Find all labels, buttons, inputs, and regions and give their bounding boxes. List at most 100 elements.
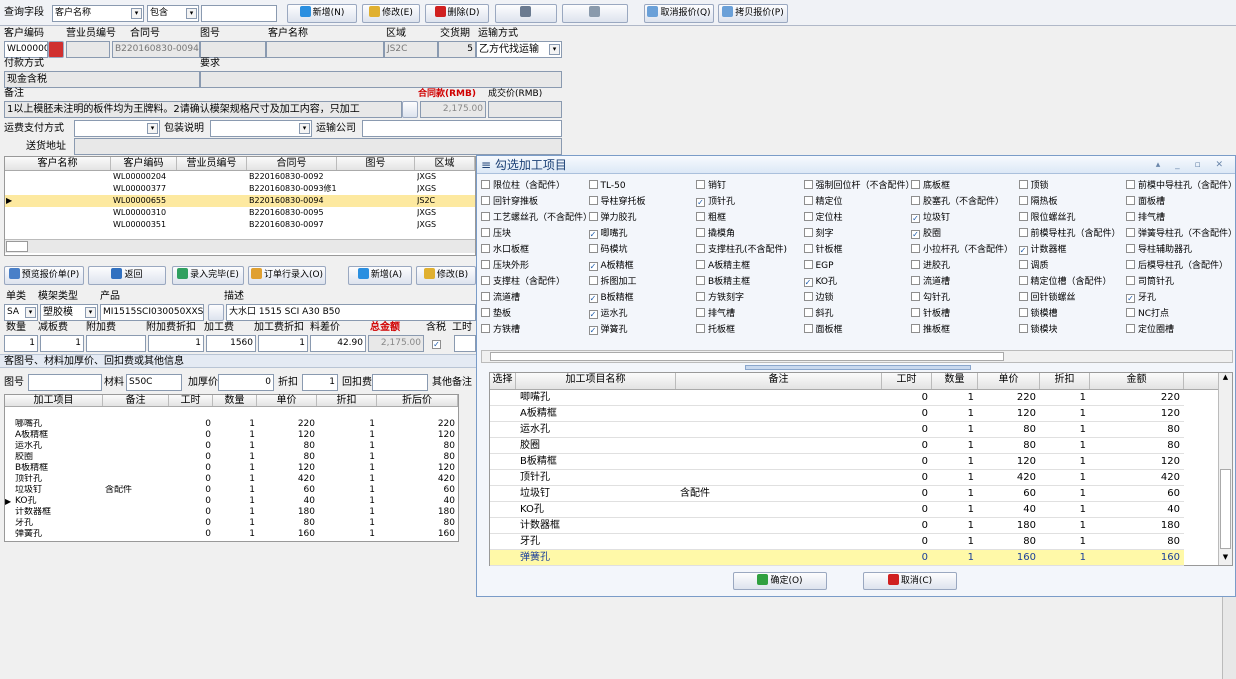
edit-detail-button[interactable]: 修改(B): [416, 266, 476, 285]
option-checkbox[interactable]: ✓ KO孔: [803, 274, 910, 290]
query-field-select[interactable]: 客户名称 ▾: [52, 5, 144, 22]
mold-type-select[interactable]: 塑胶模 ▾: [40, 304, 98, 321]
contract-amount-input[interactable]: 2,175.00: [420, 101, 486, 118]
option-checkbox[interactable]: 勾针孔: [911, 290, 1017, 306]
requirement-input[interactable]: [200, 71, 562, 88]
dialog-grid-row[interactable]: ✓胶圈0180180: [490, 438, 1184, 454]
hours-input[interactable]: [454, 335, 476, 352]
option-checkbox[interactable]: 胶塞孔（不含配件）: [911, 194, 1017, 210]
option-checkbox[interactable]: 锁模槽: [1018, 306, 1125, 322]
proc-row[interactable]: 垃圾钉 含配件 0 1 60 1 60: [5, 485, 458, 496]
proc-disc-input[interactable]: 1: [258, 335, 308, 352]
proc-row[interactable]: A板精框 0 1 120 1 120: [5, 430, 458, 441]
option-checkbox[interactable]: ✓ 牙孔: [1126, 290, 1232, 306]
region-input[interactable]: JS2C: [384, 41, 438, 58]
ok-button[interactable]: 确定(O): [733, 572, 827, 590]
option-checkbox[interactable]: ✓ 唧嘴孔: [588, 226, 695, 242]
dialog-grid-row[interactable]: ✓A板精框011201120: [490, 406, 1184, 422]
lookup-icon[interactable]: [48, 41, 64, 58]
option-checkbox[interactable]: 强制回位杆（不含配件）: [803, 178, 909, 194]
option-checkbox[interactable]: 弹簧导柱孔（不含配件）: [1126, 226, 1232, 242]
customer-row[interactable]: ▶ WL00000655 B220160830-0094 JS2C: [5, 195, 475, 207]
cancel-quote-button[interactable]: 取消报价(Q): [644, 4, 714, 23]
option-checkbox[interactable]: 拆图加工: [588, 274, 695, 290]
main-scrollbar[interactable]: [1222, 597, 1236, 679]
qty-input[interactable]: 1: [4, 335, 38, 352]
option-checkbox[interactable]: TL-50: [588, 178, 695, 194]
option-checkbox[interactable]: 后模导柱孔（含配件）: [1126, 258, 1232, 274]
options-hscroll[interactable]: [481, 350, 1233, 363]
dialog-grid-row[interactable]: ✓唧嘴孔012201220: [490, 390, 1184, 406]
option-checkbox[interactable]: A板精主框: [696, 258, 802, 274]
packing-select[interactable]: ▾: [210, 120, 312, 137]
splitter[interactable]: [745, 365, 971, 370]
option-checkbox[interactable]: 流道槽: [481, 290, 587, 306]
proc-fee-input[interactable]: 1560: [206, 335, 256, 352]
delivery-input[interactable]: 5: [438, 41, 476, 58]
drawing-input[interactable]: [28, 374, 102, 391]
option-checkbox[interactable]: 方铁刻字: [696, 290, 802, 306]
option-checkbox[interactable]: 弹力胶孔: [588, 210, 695, 226]
option-checkbox[interactable]: 锁模块: [1018, 322, 1125, 338]
new-button[interactable]: 新增(N): [287, 4, 357, 23]
dialog-grid-row[interactable]: ✓顶针孔014201420: [490, 470, 1184, 486]
option-checkbox[interactable]: 方铁槽: [481, 322, 587, 338]
material-diff-input[interactable]: 42.90: [310, 335, 366, 352]
copy-quote-button[interactable]: 拷贝报价(P): [718, 4, 788, 23]
option-checkbox[interactable]: 托板框: [696, 322, 802, 338]
total-input[interactable]: 2,175.00: [368, 335, 424, 352]
back-button[interactable]: 返回: [88, 266, 166, 285]
option-checkbox[interactable]: 调质: [1018, 258, 1125, 274]
reduce-input[interactable]: 1: [40, 335, 84, 352]
option-checkbox[interactable]: 限位柱（含配件）: [481, 178, 587, 194]
rebate-input[interactable]: [372, 374, 428, 391]
option-checkbox[interactable]: 流道槽: [911, 274, 1017, 290]
payment-input[interactable]: 现金含税: [4, 71, 200, 88]
proc-row[interactable]: B板精框 0 1 120 1 120: [5, 463, 458, 474]
extra-input[interactable]: [86, 335, 146, 352]
customer-name-input[interactable]: [266, 41, 384, 58]
option-checkbox[interactable]: 小拉杆孔（不含配件）: [911, 242, 1017, 258]
freight-pay-select[interactable]: ▾: [74, 120, 160, 137]
option-checkbox[interactable]: 工艺螺丝孔（不含配件）: [481, 210, 587, 226]
remark-input[interactable]: 1以上模胚未注明的板件均为王牌料。2请确认模架规格尺寸及加工内容，只加工: [4, 101, 402, 118]
unit-select[interactable]: SA ▾: [4, 304, 38, 321]
proc-row[interactable]: 哪嘴孔 0 1 220 1 220: [5, 419, 458, 430]
proc-row[interactable]: 胶圈 0 1 80 1 80: [5, 452, 458, 463]
option-checkbox[interactable]: 垫板: [481, 306, 587, 322]
extra-disc-input[interactable]: 1: [148, 335, 204, 352]
option-checkbox[interactable]: ✓ B板精框: [588, 290, 695, 306]
option-checkbox[interactable]: 支撑柱孔(不含配件): [696, 242, 802, 258]
deal-price-input[interactable]: [488, 101, 562, 118]
option-checkbox[interactable]: 推板框: [911, 322, 1017, 338]
option-checkbox[interactable]: NC打点: [1126, 306, 1232, 322]
order-entry-button[interactable]: 订单行录入(O): [248, 266, 326, 285]
product-input[interactable]: MI1515SCI030050XXS: [100, 304, 204, 321]
preview-button[interactable]: 预览报价单(P): [4, 266, 84, 285]
proc-row[interactable]: ▶ KO孔 0 1 40 1 40: [5, 496, 458, 507]
option-checkbox[interactable]: 回针穿推板: [481, 194, 587, 210]
proc-row[interactable]: 弹簧孔 0 1 160 1 160: [5, 529, 458, 540]
contract-no-input[interactable]: B220160830-0094: [112, 41, 200, 58]
option-checkbox[interactable]: 顶锁: [1018, 178, 1125, 194]
option-checkbox[interactable]: 码模坑: [588, 242, 695, 258]
option-checkbox[interactable]: 前模导柱孔（含配件）: [1018, 226, 1125, 242]
proc-row[interactable]: 运水孔 0 1 80 1 80: [5, 441, 458, 452]
option-checkbox[interactable]: 精定位: [803, 194, 910, 210]
customer-row[interactable]: WL00000351 B220160830-0097 JXGS: [5, 219, 475, 231]
option-checkbox[interactable]: 撬模角: [696, 226, 802, 242]
option-checkbox[interactable]: 压块外形: [481, 258, 587, 274]
customer-row[interactable]: WL00000377 B220160830-0093修1 JXGS: [5, 183, 475, 195]
material-input[interactable]: S50C: [126, 374, 182, 391]
disc-input[interactable]: 1: [302, 374, 338, 391]
scroll-up-icon[interactable]: ▲: [1220, 373, 1231, 385]
tax-checkbox[interactable]: ✓: [432, 338, 444, 349]
option-checkbox[interactable]: 压块: [481, 226, 587, 242]
option-checkbox[interactable]: ✓ 胶圈: [911, 226, 1017, 242]
gear-icon[interactable]: [208, 304, 224, 321]
option-checkbox[interactable]: 面板槽: [1126, 194, 1232, 210]
query-value-input[interactable]: [201, 5, 277, 22]
save-button[interactable]: [495, 4, 557, 23]
option-checkbox[interactable]: 销钉: [696, 178, 802, 194]
customer-row[interactable]: WL00000310 B220160830-0095 JXGS: [5, 207, 475, 219]
